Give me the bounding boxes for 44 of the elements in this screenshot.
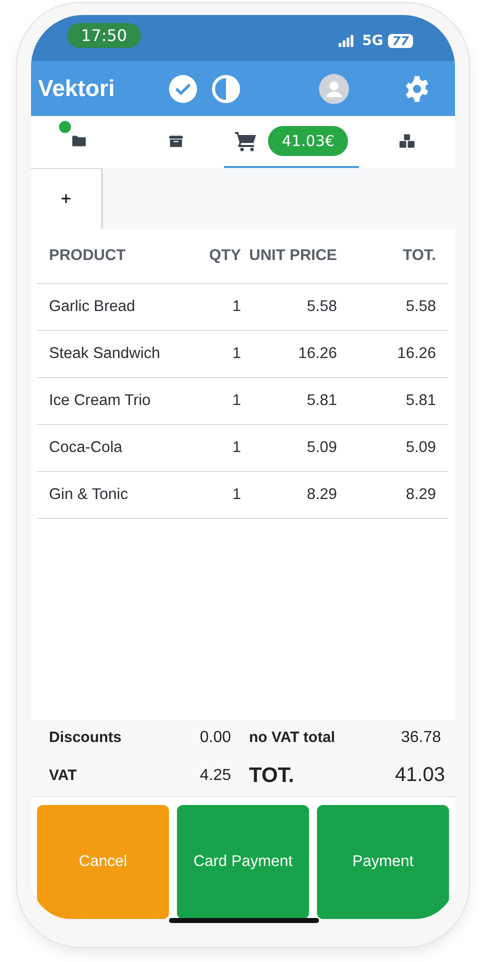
check-icon[interactable] [168, 74, 197, 102]
table-cell-text: 5.81 [306, 392, 337, 410]
column-header: PRODUCT [48, 247, 127, 265]
summary-label: TOT. [248, 764, 296, 788]
nav-tab[interactable]: 41.03€ [224, 116, 359, 168]
table-cell-text: 8.29 [404, 486, 437, 504]
table-cell-text: 1 [231, 345, 241, 363]
summary-value: 36.78 [400, 728, 442, 746]
table-cell-text: 16.26 [297, 345, 337, 363]
table-cell-text: Steak Sandwich [48, 345, 162, 363]
table-cell-text: 1 [231, 439, 241, 457]
contrast-icon[interactable] [210, 74, 241, 104]
clock-time: 17:50 [67, 22, 142, 48]
battery-level: 77 [388, 34, 413, 48]
column-header: QTY [208, 247, 241, 265]
table-cell-text: 5.58 [404, 298, 437, 316]
table-cell-text: 16.26 [396, 345, 437, 363]
user-avatar-icon[interactable] [319, 74, 349, 104]
summary-value: 41.03 [394, 764, 445, 787]
table-cell-text: Coca-Cola [48, 439, 124, 457]
action-button[interactable]: Payment [317, 805, 449, 919]
add-order-tab[interactable]: + [31, 168, 103, 229]
summary-label: VAT [49, 767, 78, 784]
column-header: UNIT PRICE [248, 247, 337, 265]
table-cell-text: 1 [231, 392, 241, 410]
table-cell-text: 5.81 [404, 392, 437, 410]
total-badge: 41.03€ [268, 126, 348, 156]
table-cell-text: 1 [231, 298, 241, 316]
app-title: Vektori [38, 75, 115, 102]
summary-label: no VAT total [248, 729, 336, 746]
network-label: 5G [362, 33, 384, 49]
table-cell-text: 8.29 [306, 486, 337, 504]
action-button[interactable]: Cancel [37, 805, 169, 919]
table-cell-text: 5.09 [404, 439, 437, 457]
table-cell-text: 5.58 [306, 298, 337, 316]
settings-icon[interactable] [403, 74, 431, 102]
column-header: TOT. [402, 247, 437, 265]
table-cell-text: 1 [231, 486, 241, 504]
action-button[interactable]: Card Payment [177, 805, 309, 919]
table-cell-text: 5.09 [306, 439, 337, 457]
table-cell-text: Garlic Bread [48, 298, 136, 316]
table-cell-text: Ice Cream Trio [48, 392, 152, 410]
table-cell-text: Gin & Tonic [48, 486, 129, 504]
summary-value: 4.25 [198, 766, 232, 784]
